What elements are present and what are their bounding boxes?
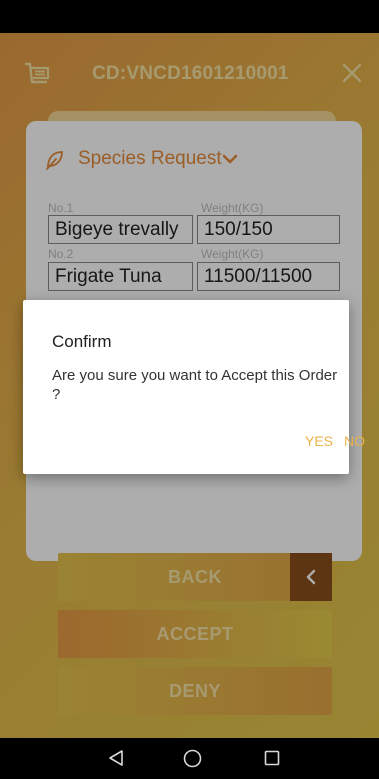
system-nav-bar xyxy=(0,738,379,779)
dialog-title: Confirm xyxy=(52,332,112,351)
nav-back-icon[interactable] xyxy=(107,749,125,767)
confirm-dialog: Confirm Are you sure you want to Accept … xyxy=(23,300,365,474)
yes-button[interactable]: YES xyxy=(305,433,333,449)
nav-recents-icon[interactable] xyxy=(264,750,280,766)
no-button[interactable]: NO xyxy=(344,433,365,449)
dialog-message: Are you sure you want to Accept this Ord… xyxy=(52,367,338,403)
status-bar xyxy=(0,0,379,33)
nav-home-icon[interactable] xyxy=(183,749,202,768)
